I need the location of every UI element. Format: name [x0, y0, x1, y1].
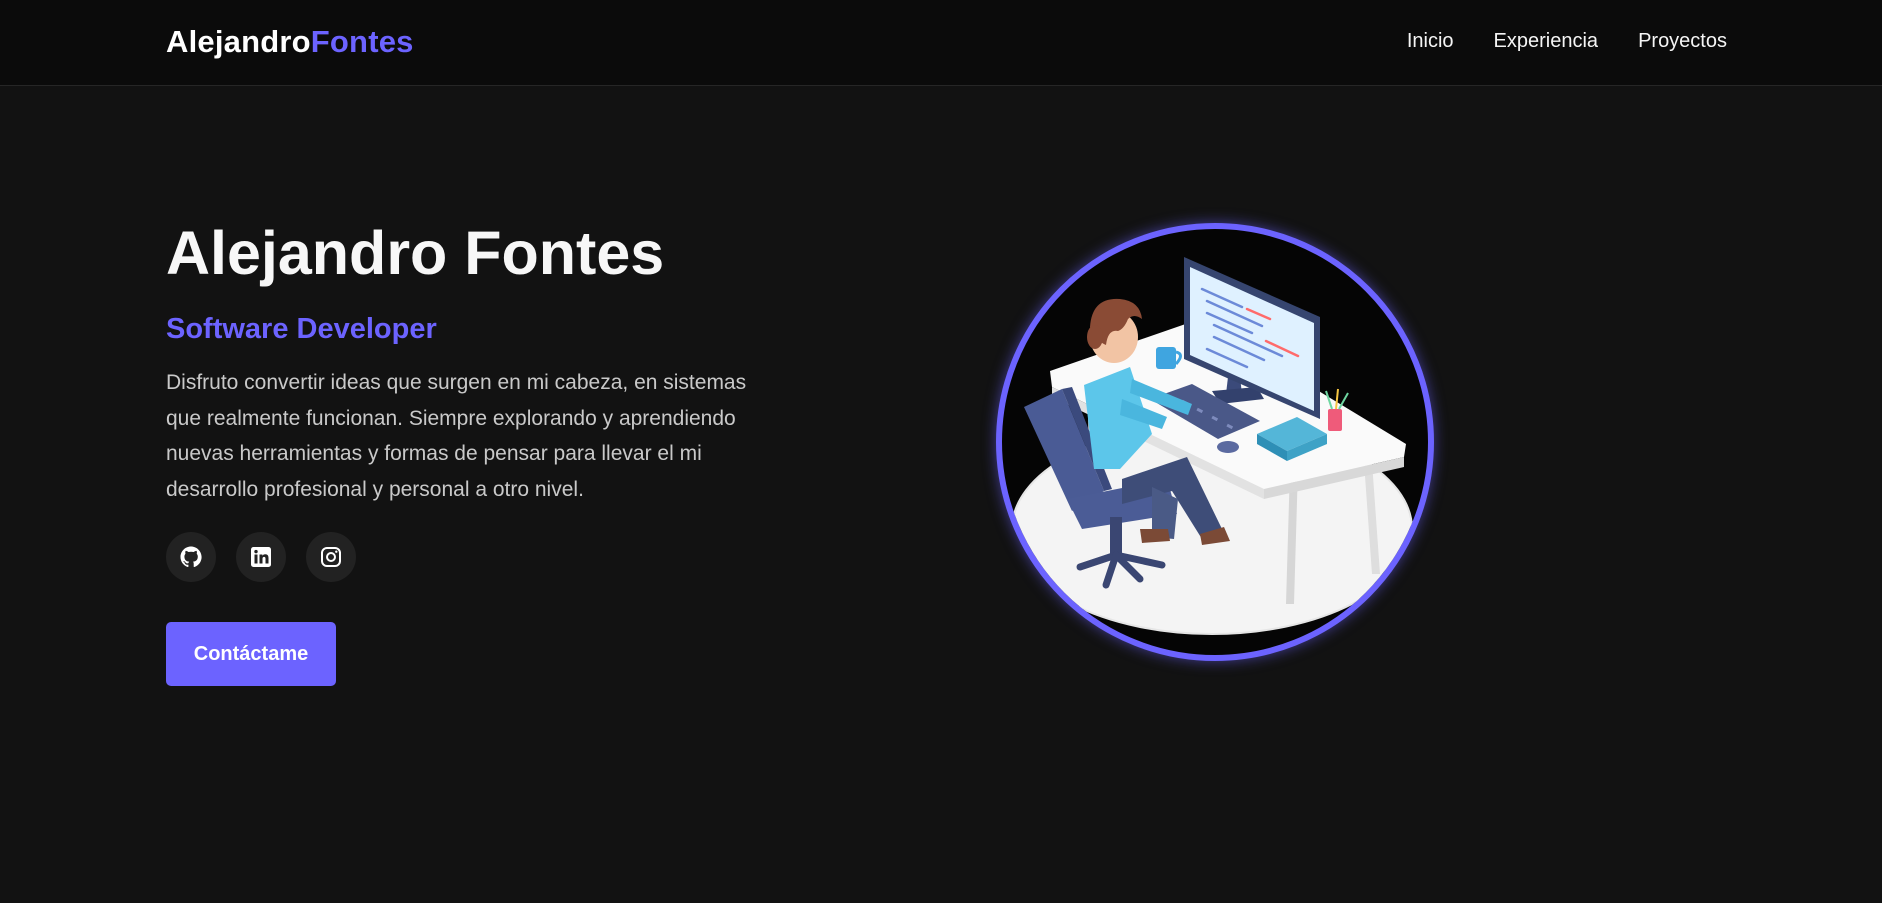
linkedin-link[interactable]	[236, 532, 286, 582]
nav-link-experiencia[interactable]: Experiencia	[1494, 30, 1599, 53]
brand-last-name: Fontes	[310, 24, 414, 59]
developer-at-desk-illustration	[1011, 257, 1413, 635]
nav-links: Inicio Experiencia Proyectos	[1407, 30, 1727, 53]
linkedin-icon	[251, 547, 271, 567]
social-links	[166, 532, 356, 582]
instagram-icon	[321, 547, 341, 567]
github-icon	[180, 546, 202, 568]
navbar: AlejandroFontes Inicio Experiencia Proye…	[0, 0, 1882, 86]
instagram-link[interactable]	[306, 532, 356, 582]
brand-logo[interactable]: AlejandroFontes	[166, 24, 414, 60]
hero-role: Software Developer	[166, 313, 437, 345]
brand-first-name: Alejandro	[166, 24, 311, 59]
hero-name: Alejandro Fontes	[166, 219, 665, 287]
nav-link-proyectos[interactable]: Proyectos	[1638, 30, 1727, 53]
hero-description: Disfruto convertir ideas que surgen en m…	[166, 371, 747, 501]
github-link[interactable]	[166, 532, 216, 582]
contact-button[interactable]: Contáctame	[166, 622, 336, 686]
nav-link-inicio[interactable]: Inicio	[1407, 30, 1454, 53]
avatar	[996, 223, 1434, 661]
